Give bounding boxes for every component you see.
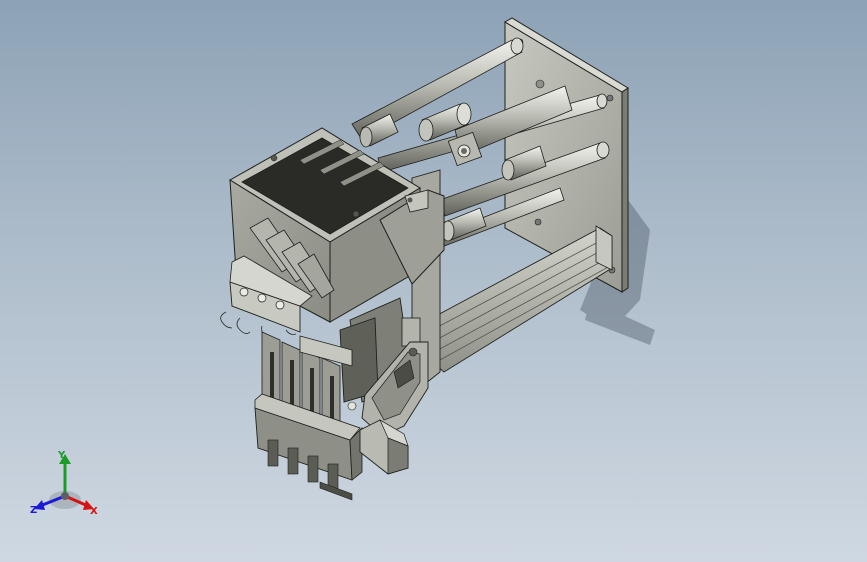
cad-assembly-model[interactable]: [0, 0, 867, 562]
gripper-block: [254, 393, 363, 501]
x-axis-label: X: [90, 506, 98, 517]
side-cylinder: [359, 419, 409, 475]
z-axis-label: Z: [30, 505, 38, 516]
graphics-viewport[interactable]: Y Z X: [0, 0, 867, 562]
y-axis-label: Y: [58, 450, 66, 461]
